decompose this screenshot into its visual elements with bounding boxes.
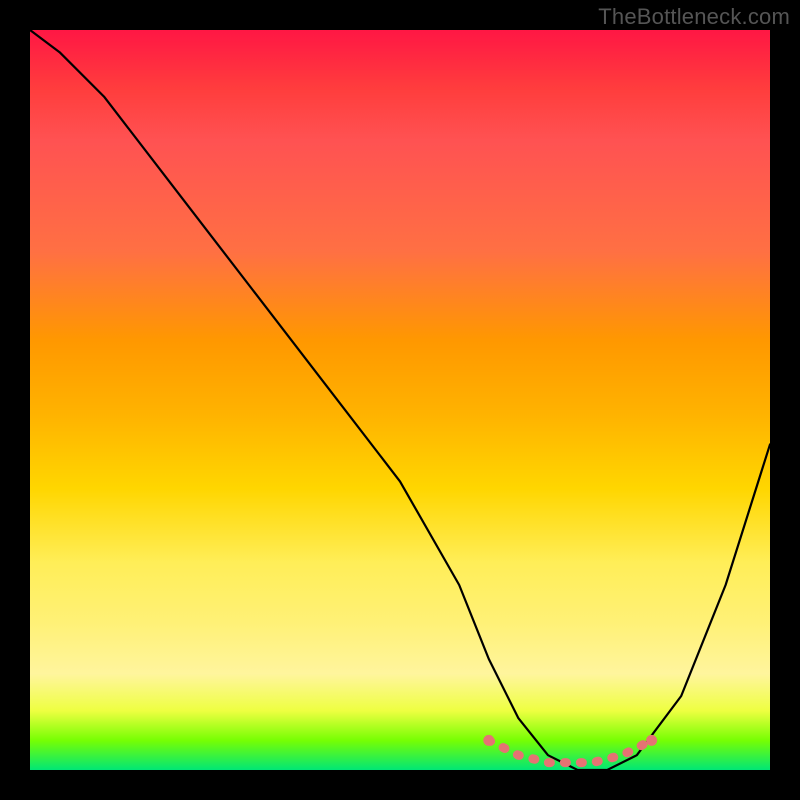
watermark-text: TheBottleneck.com xyxy=(598,4,790,30)
chart-frame: TheBottleneck.com xyxy=(0,0,800,800)
bottleneck-curve-path xyxy=(30,30,770,770)
optimal-range-marker-endcap xyxy=(646,735,657,746)
optimal-range-marker-endcap xyxy=(483,735,494,746)
chart-overlay xyxy=(30,30,770,770)
